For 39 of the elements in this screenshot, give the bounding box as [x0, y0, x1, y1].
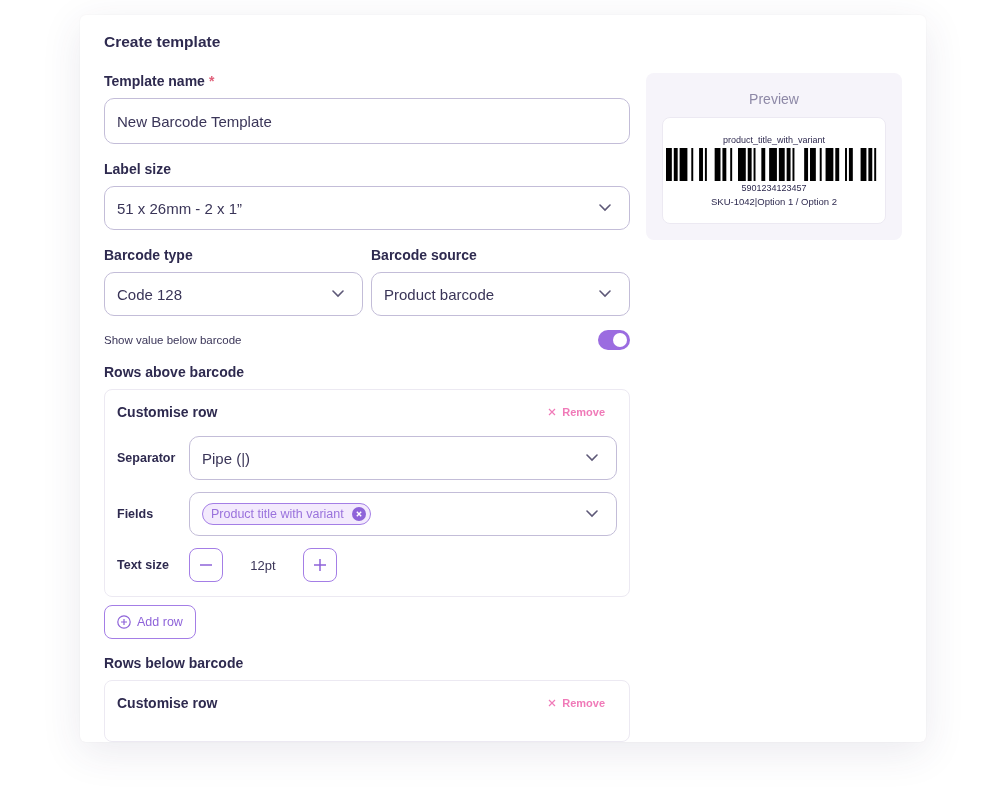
- close-icon: [548, 408, 557, 416]
- chevron-down-icon: [586, 510, 598, 518]
- toggle-label: Show value below barcode: [104, 334, 242, 346]
- select-field[interactable]: Product barcode: [371, 272, 630, 316]
- toggle-switch[interactable]: [598, 330, 630, 350]
- template-name-input[interactable]: New Barcode Template: [104, 98, 630, 144]
- field-label: Label size: [104, 161, 171, 177]
- row-title: Customise row: [117, 695, 218, 711]
- barcode-value: 5901234123457: [741, 183, 807, 193]
- section-heading: Rows above barcode: [104, 364, 245, 380]
- chevron-down-icon: [599, 290, 611, 298]
- chevron-down-icon: [599, 204, 611, 212]
- field-label: Template name: [104, 73, 205, 89]
- chevron-down-icon: [586, 454, 598, 462]
- label-bottom-text: SKU-1042|Option 1 / Option 2: [710, 196, 837, 207]
- close-icon: [548, 699, 557, 707]
- select-field[interactable]: 51 x 26mm - 2 x 1”: [104, 186, 630, 230]
- increase-button[interactable]: [303, 548, 337, 582]
- row-title: Customise row: [117, 404, 218, 420]
- select-field[interactable]: Pipe (|): [189, 436, 617, 480]
- field-label: Separator: [117, 451, 177, 465]
- add-row-button[interactable]: Add row: [104, 605, 196, 639]
- required-mark: *: [208, 73, 215, 89]
- chevron-down-icon: [332, 290, 344, 298]
- page-title: Create template: [104, 33, 222, 51]
- field-label: Fields: [117, 507, 155, 521]
- field-label: Barcode type: [104, 247, 193, 263]
- preview-title: Preview: [748, 91, 800, 107]
- minus-icon: [200, 564, 212, 566]
- select-field[interactable]: Code 128: [104, 272, 363, 316]
- plus-circle-icon: [117, 615, 131, 629]
- remove-tag-icon[interactable]: [351, 507, 366, 521]
- decrease-button[interactable]: [189, 548, 223, 582]
- plus-icon: [314, 559, 326, 571]
- label-top-text: product_title_with_variant: [722, 135, 826, 145]
- field-label: Barcode source: [371, 247, 477, 263]
- field-label: Text size: [117, 558, 170, 572]
- text-size-value: 12pt: [249, 557, 277, 573]
- section-heading: Rows below barcode: [104, 655, 244, 671]
